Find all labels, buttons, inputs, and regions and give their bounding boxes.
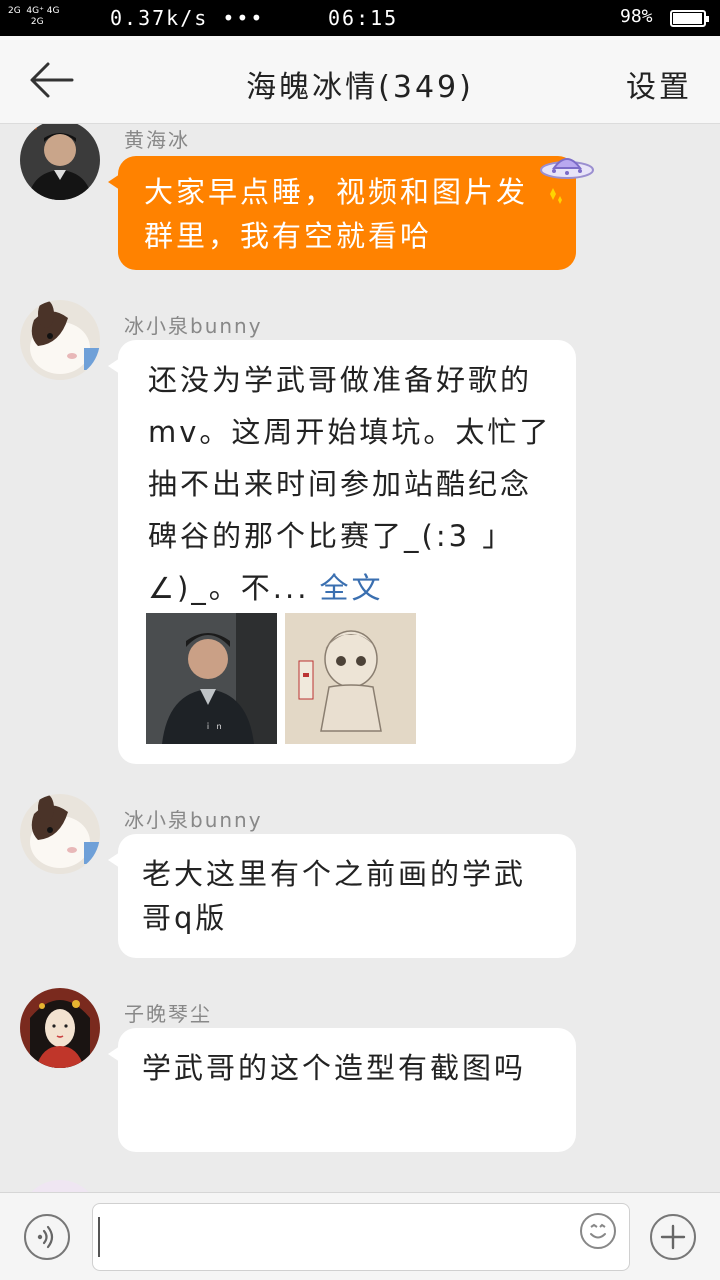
avatar[interactable] (20, 300, 100, 380)
message-text: 大家早点睡，视频和图片发群里，我有空就看哈 (144, 175, 529, 253)
sender-name: 子晚琴尘 (124, 1002, 212, 1026)
read-more-link[interactable]: 全文 (319, 571, 383, 605)
message-text: 学武哥的这个造型有截图吗 (142, 1051, 527, 1085)
chat-title: 海魄冰情(349) (246, 70, 474, 105)
chat-header: 海魄冰情(349) 设置 (0, 36, 720, 124)
image-thumbnail[interactable]: ｉｎ (146, 613, 277, 744)
voice-button[interactable] (24, 1214, 70, 1260)
message-bubble[interactable]: 老大这里有个之前画的学武哥q版 (108, 834, 576, 958)
plus-icon (660, 1224, 686, 1250)
avatar[interactable] (20, 124, 100, 200)
message-bubble[interactable]: 大家早点睡，视频和图片发群里，我有空就看哈 (108, 156, 576, 270)
sender-name: 冰小泉bunny (124, 314, 263, 338)
clock: 06:15 (328, 6, 399, 30)
voice-icon (37, 1225, 54, 1249)
emoji-button[interactable] (580, 1213, 616, 1249)
battery-percent: 98% (620, 6, 653, 27)
input-bar (0, 1192, 720, 1280)
text-cursor (98, 1217, 100, 1257)
avatar[interactable] (20, 794, 100, 874)
network-indicator: 2G 4G⁺ 4G 2G (8, 6, 60, 27)
settings-button[interactable]: 设置 (626, 62, 692, 106)
sender-name: 黄海冰 (124, 128, 190, 152)
more-options-button[interactable] (650, 1214, 696, 1260)
sender-name: 冰小泉bunny (124, 808, 263, 832)
image-thumbnail[interactable] (285, 613, 416, 744)
avatar[interactable] (20, 988, 100, 1068)
battery-icon (670, 10, 709, 27)
message-input[interactable] (92, 1203, 630, 1271)
status-bar: 2G 4G⁺ 4G 2G 0.37k/s ••• 06:15 98% (0, 0, 720, 36)
avatar[interactable] (20, 1180, 100, 1192)
network-speed: 0.37k/s ••• (110, 6, 265, 30)
message-text: 还没为学武哥做准备好歌的mv。这周开始填坑。太忙了抽不出来时间参加站酷纪念碑谷的… (148, 363, 552, 605)
message-text: 老大这里有个之前画的学武哥q版 (142, 857, 527, 935)
ufo-icon (540, 158, 594, 204)
svg-text:ｉｎ: ｉｎ (204, 722, 226, 731)
message-list[interactable]: 黄海冰 大家早点睡，视频和图片发群里，我有空就看哈 冰小泉bunny 还没为学武… (0, 124, 720, 1192)
smiley-icon (590, 1223, 606, 1239)
message-bubble[interactable]: 学武哥的这个造型有截图吗 (108, 1028, 576, 1152)
message-bubble[interactable]: 还没为学武哥做准备好歌的mv。这周开始填坑。太忙了抽不出来时间参加站酷纪念碑谷的… (108, 340, 576, 764)
